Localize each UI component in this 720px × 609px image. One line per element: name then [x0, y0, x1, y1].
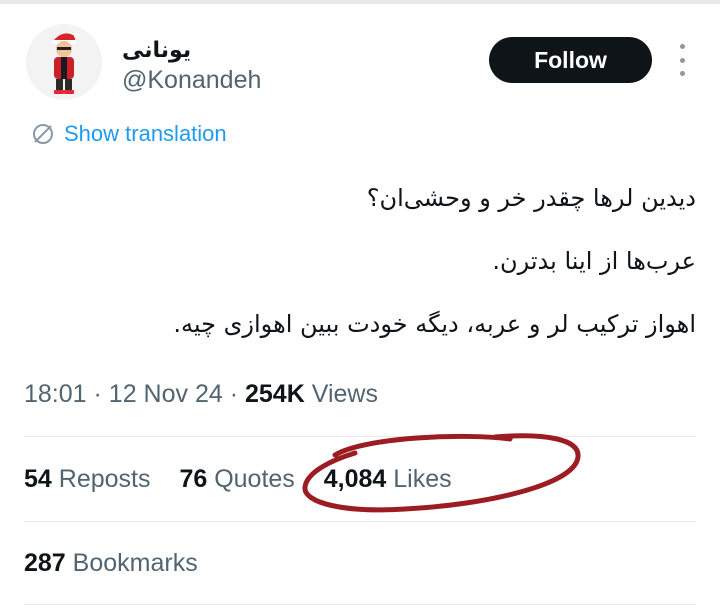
- views-count: 254K: [245, 380, 305, 408]
- bookmarks-count: 287: [24, 549, 66, 577]
- more-vertical-icon-dot: [679, 57, 685, 63]
- divider: [24, 436, 696, 437]
- tweet-line: دیدین لرها چقدر خر و وحشی‌ان؟: [366, 184, 696, 212]
- show-translation-link[interactable]: Show translation: [32, 121, 227, 147]
- quotes-stat[interactable]: 76 Quotes: [179, 465, 294, 494]
- bookmarks-label: Bookmarks: [72, 549, 198, 577]
- display-name[interactable]: یونانی: [122, 38, 191, 63]
- likes-count: 4,084: [323, 465, 387, 493]
- user-handle[interactable]: @Konandeh: [122, 66, 261, 95]
- likes-label: Likes: [393, 465, 452, 493]
- tweet-line: عرب‌ها از اینا بدترن.: [492, 247, 696, 275]
- reposts-label: Reposts: [58, 465, 151, 493]
- avatar-figure-icon: [26, 24, 102, 100]
- divider: [24, 604, 696, 605]
- engagement-stats: 54 Reposts 76 Quotes 4,084 Likes: [24, 465, 474, 494]
- tweet-date[interactable]: 12 Nov 24: [109, 380, 223, 408]
- reposts-count: 54: [24, 465, 52, 493]
- reposts-stat[interactable]: 54 Reposts: [24, 465, 150, 494]
- tweet-time[interactable]: 18:01: [24, 380, 87, 408]
- divider: [24, 521, 696, 522]
- translate-icon: [33, 124, 53, 144]
- more-vertical-icon: [679, 44, 685, 49]
- top-border: [0, 0, 720, 4]
- tweet-line: اهواز ترکیب لر و عربه، دیگه خودت ببین اه…: [173, 310, 696, 338]
- tweet-meta: 18:01 · 12 Nov 24 · 254K Views: [24, 380, 378, 409]
- bookmarks-stat[interactable]: 287 Bookmarks: [24, 549, 198, 578]
- more-vertical-icon-dot: [679, 71, 685, 76]
- show-translation-label: Show translation: [64, 121, 227, 146]
- avatar[interactable]: [26, 24, 102, 100]
- quotes-count: 76: [179, 465, 208, 493]
- more-options-button[interactable]: [670, 44, 694, 76]
- likes-stat[interactable]: 4,084 Likes: [324, 465, 452, 494]
- follow-button[interactable]: Follow: [489, 37, 652, 83]
- quotes-label: Quotes: [214, 465, 295, 493]
- meta-separator: ·: [93, 380, 102, 408]
- views-label: Views: [311, 380, 378, 408]
- tweet-body: دیدین لرها چقدر خر و وحشی‌ان؟ عرب‌ها از …: [36, 176, 696, 365]
- meta-separator: ·: [229, 380, 239, 408]
